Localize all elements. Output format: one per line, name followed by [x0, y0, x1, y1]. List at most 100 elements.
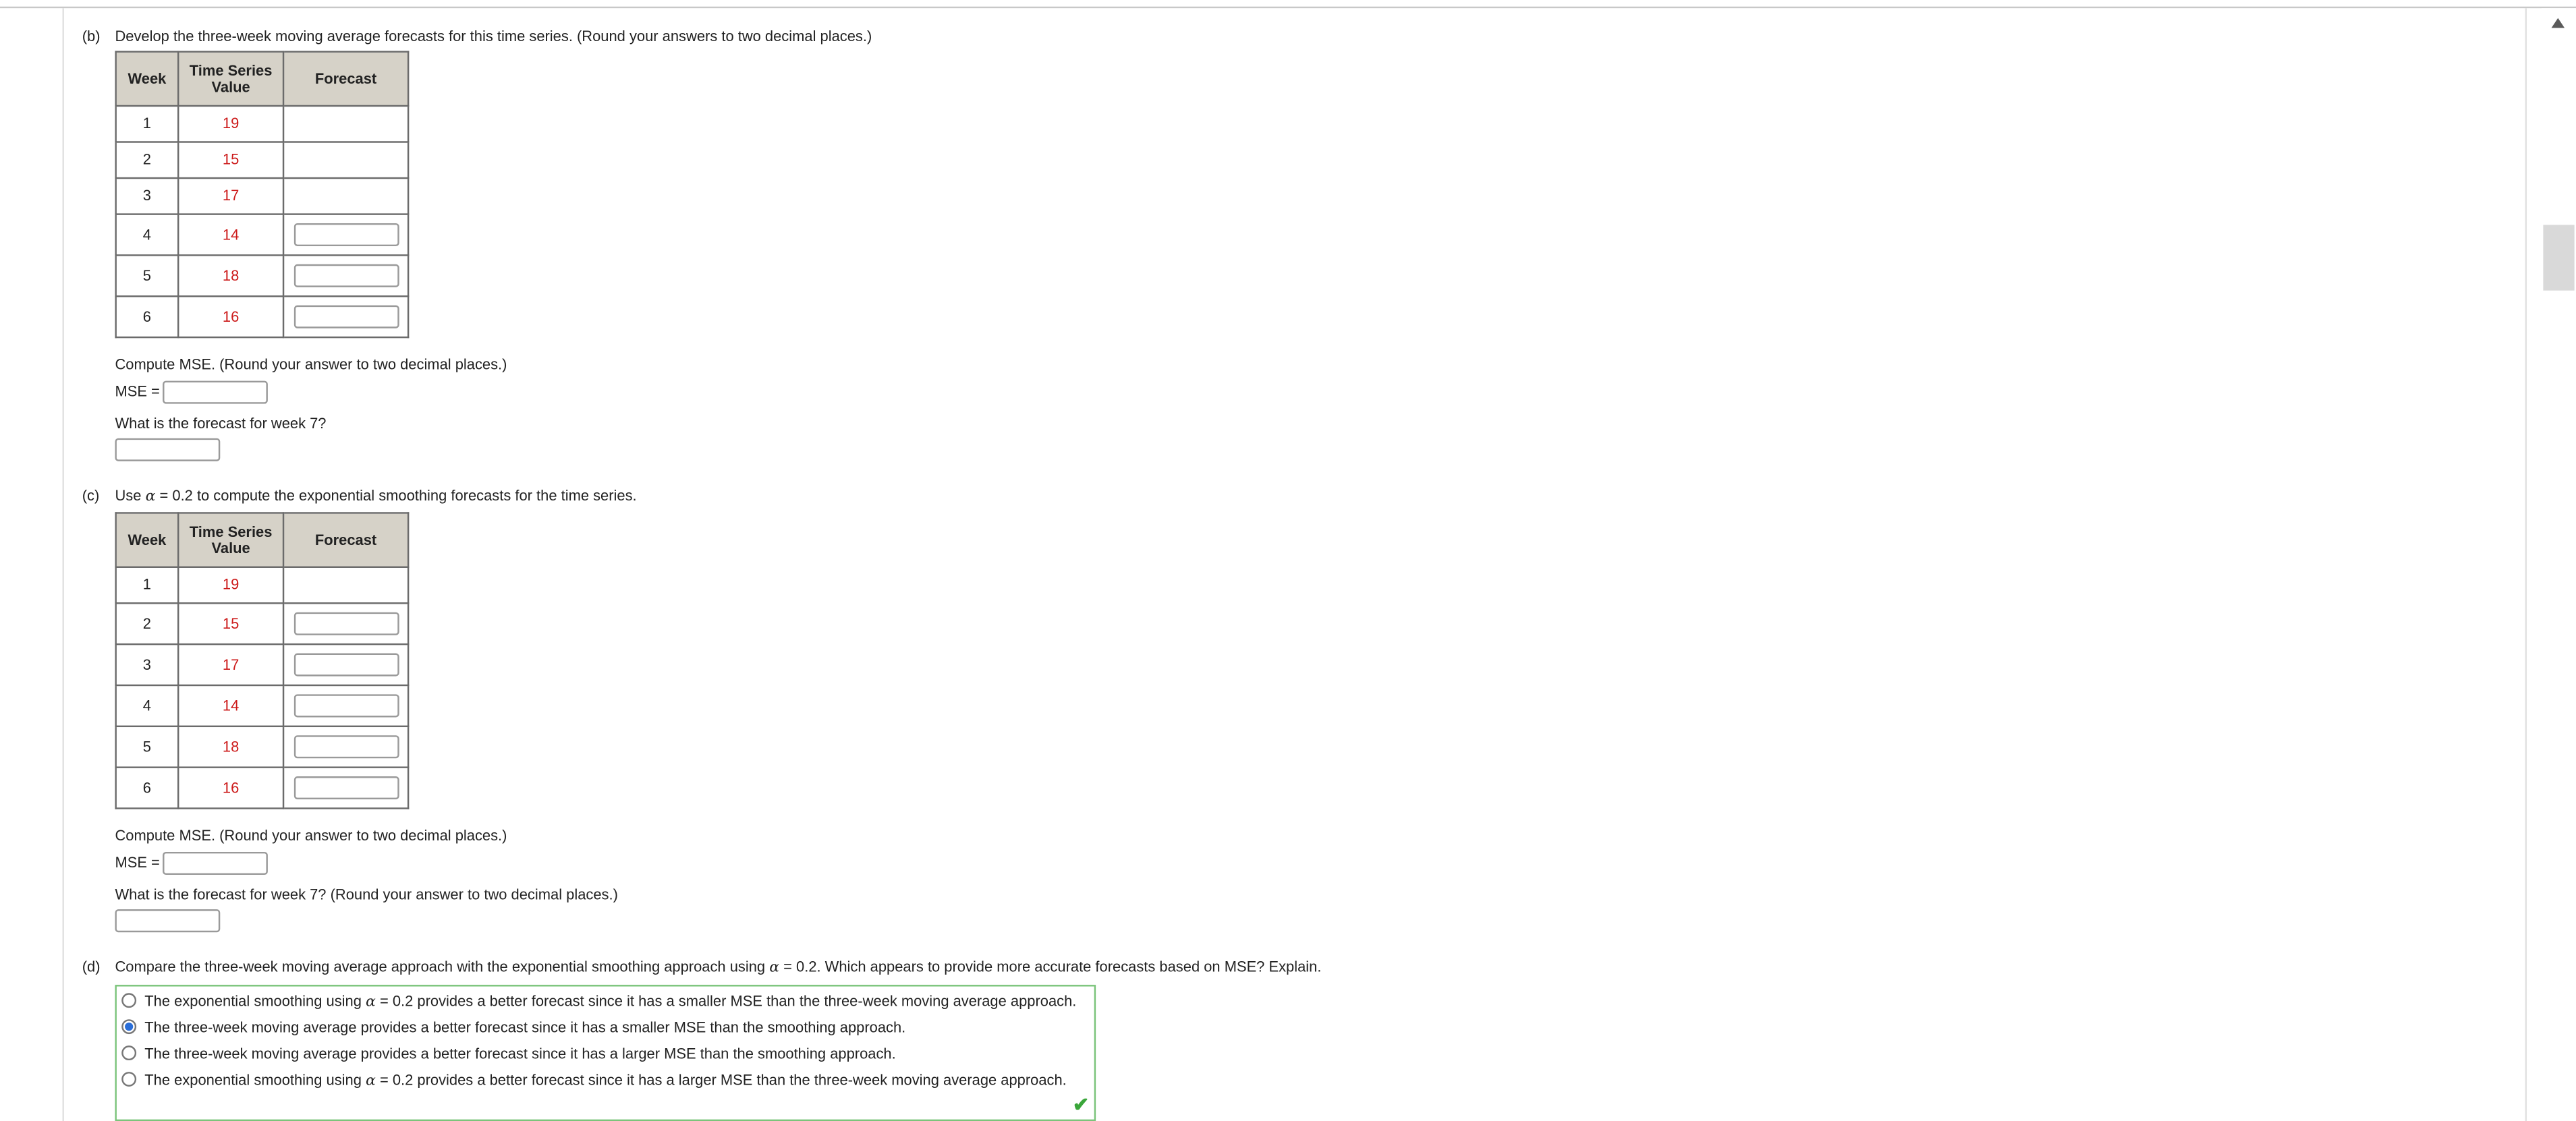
forecast-input[interactable] — [293, 264, 399, 287]
value-cell: 18 — [177, 725, 285, 768]
value-cell: 14 — [177, 213, 285, 256]
table-row: 6 16 — [115, 295, 410, 339]
answer-choice[interactable]: The exponential smoothing using α = 0.2 … — [121, 1072, 1067, 1091]
part-b-mse-row: MSE = — [115, 380, 269, 404]
forecast-cell — [282, 295, 410, 339]
part-d-prompt: (d) Compare the three-week moving average… — [82, 958, 1322, 978]
part-b-prompt: (b) Develop the three-week moving average… — [82, 28, 872, 45]
alpha-symbol: α — [366, 994, 376, 1012]
forecast-input[interactable] — [293, 223, 399, 247]
answer-choice[interactable]: The exponential smoothing using α = 0.2 … — [121, 993, 1076, 1012]
choice-text: The three-week moving average provides a… — [144, 1019, 906, 1036]
part-d-prompt-prefix: Compare the three-week moving average ap… — [115, 958, 766, 975]
forecast-cell — [282, 684, 410, 728]
forecast-input[interactable] — [293, 305, 399, 328]
table-row: 5 18 — [115, 725, 410, 768]
choice-text: The exponential smoothing using — [144, 993, 362, 1010]
forecast-input[interactable] — [293, 735, 399, 759]
part-c-prompt-prefix: Use — [115, 487, 142, 505]
forecast-cell — [282, 254, 410, 297]
value-cell: 15 — [177, 141, 285, 179]
header-time-series-value: Time Series Value — [177, 512, 285, 568]
answer-choice[interactable]: The three-week moving average provides a… — [121, 1019, 905, 1037]
table-row: 1 19 — [115, 105, 410, 143]
header-time-series-value: Time Series Value — [177, 51, 285, 107]
part-b-mse-input[interactable] — [163, 380, 269, 404]
left-margin-line — [62, 8, 64, 1121]
week-cell: 5 — [115, 725, 179, 768]
radio-button[interactable] — [121, 1045, 137, 1061]
forecast-input[interactable] — [293, 694, 399, 718]
forecast-cell — [282, 766, 410, 809]
header-week: Week — [115, 512, 179, 568]
table-row: 6 16 — [115, 766, 410, 809]
week-cell: 6 — [115, 295, 179, 339]
value-cell: 18 — [177, 254, 285, 297]
forecast-cell — [282, 213, 410, 256]
part-c-table: Week Time Series Value Forecast 1 19 2 15 3 1… — [115, 512, 410, 809]
part-c-week7-input[interactable] — [115, 909, 221, 933]
week-cell: 4 — [115, 213, 179, 256]
vertical-scrollbar[interactable] — [2541, 8, 2576, 1121]
forecast-cell — [282, 141, 410, 179]
forecast-input[interactable] — [293, 653, 399, 677]
value-cell: 19 — [177, 566, 285, 604]
value-cell: 19 — [177, 105, 285, 143]
choice-text: The three-week moving average provides a… — [144, 1045, 896, 1062]
choice-text-tail: = 0.2 provides a better forecast since i… — [379, 993, 1077, 1010]
forecast-cell — [282, 177, 410, 215]
alpha-symbol: α — [769, 960, 780, 977]
header-value-text: Time Series Value — [189, 523, 273, 556]
part-b-prompt-text: Develop the three-week moving average fo… — [115, 28, 872, 45]
table-row: 2 15 — [115, 141, 410, 179]
radio-button[interactable] — [121, 1072, 137, 1087]
part-b-week7-prompt: What is the forecast for week 7? — [115, 415, 327, 432]
value-cell: 15 — [177, 602, 285, 645]
week-cell: 6 — [115, 766, 179, 809]
table-row: 4 14 — [115, 684, 410, 728]
alpha-symbol: α — [145, 489, 156, 506]
week-cell: 1 — [115, 566, 179, 604]
week-cell: 2 — [115, 602, 179, 645]
assignment-page: (b) Develop the three-week moving average… — [0, 0, 2576, 1121]
week-cell: 1 — [115, 105, 179, 143]
part-c-prompt: (c) Use α = 0.2 to compute the exponentia… — [82, 488, 637, 507]
header-forecast: Forecast — [282, 51, 410, 107]
forecast-input[interactable] — [293, 776, 399, 800]
answer-choice[interactable]: The three-week moving average provides a… — [121, 1045, 896, 1063]
forecast-cell — [282, 643, 410, 687]
table-row: 1 19 — [115, 566, 410, 604]
part-b-week7-input[interactable] — [115, 438, 221, 461]
part-b-letter: (b) — [82, 28, 101, 45]
week-cell: 4 — [115, 684, 179, 728]
right-margin-line — [2525, 8, 2527, 1121]
header-forecast: Forecast — [282, 512, 410, 568]
radio-button[interactable] — [121, 1019, 137, 1035]
checkmark-icon: ✔ — [1072, 1092, 1090, 1116]
choice-text: The exponential smoothing using — [144, 1072, 362, 1089]
value-cell: 14 — [177, 684, 285, 728]
table-row: 2 15 — [115, 602, 410, 645]
part-c-mse-label: MSE = — [115, 854, 160, 871]
radio-button[interactable] — [121, 993, 137, 1008]
table-row: 3 17 — [115, 643, 410, 687]
forecast-input[interactable] — [293, 612, 399, 635]
table-row: 3 17 — [115, 177, 410, 215]
alpha-symbol: α — [366, 1073, 376, 1090]
part-c-mse-prompt: Compute MSE. (Round your answer to two d… — [115, 827, 507, 844]
scroll-thumb[interactable] — [2543, 225, 2575, 291]
week-cell: 3 — [115, 177, 179, 215]
part-d-letter: (d) — [82, 958, 101, 975]
part-b-mse-prompt: Compute MSE. (Round your answer to two d… — [115, 356, 507, 373]
part-b-mse-label: MSE = — [115, 382, 160, 400]
part-c-week7-prompt: What is the forecast for week 7? (Round … — [115, 886, 618, 903]
part-c-prompt-suffix: = 0.2 to compute the exponential smoothi… — [159, 487, 637, 505]
part-c-letter: (c) — [82, 487, 100, 505]
value-cell: 17 — [177, 177, 285, 215]
part-c-mse-input[interactable] — [163, 851, 269, 875]
scroll-up-arrow-icon[interactable] — [2551, 18, 2565, 28]
forecast-cell — [282, 602, 410, 645]
part-d-choices: ✔ The exponential smoothing using α = 0.… — [115, 985, 1096, 1121]
top-divider — [0, 6, 2576, 9]
value-cell: 17 — [177, 643, 285, 687]
